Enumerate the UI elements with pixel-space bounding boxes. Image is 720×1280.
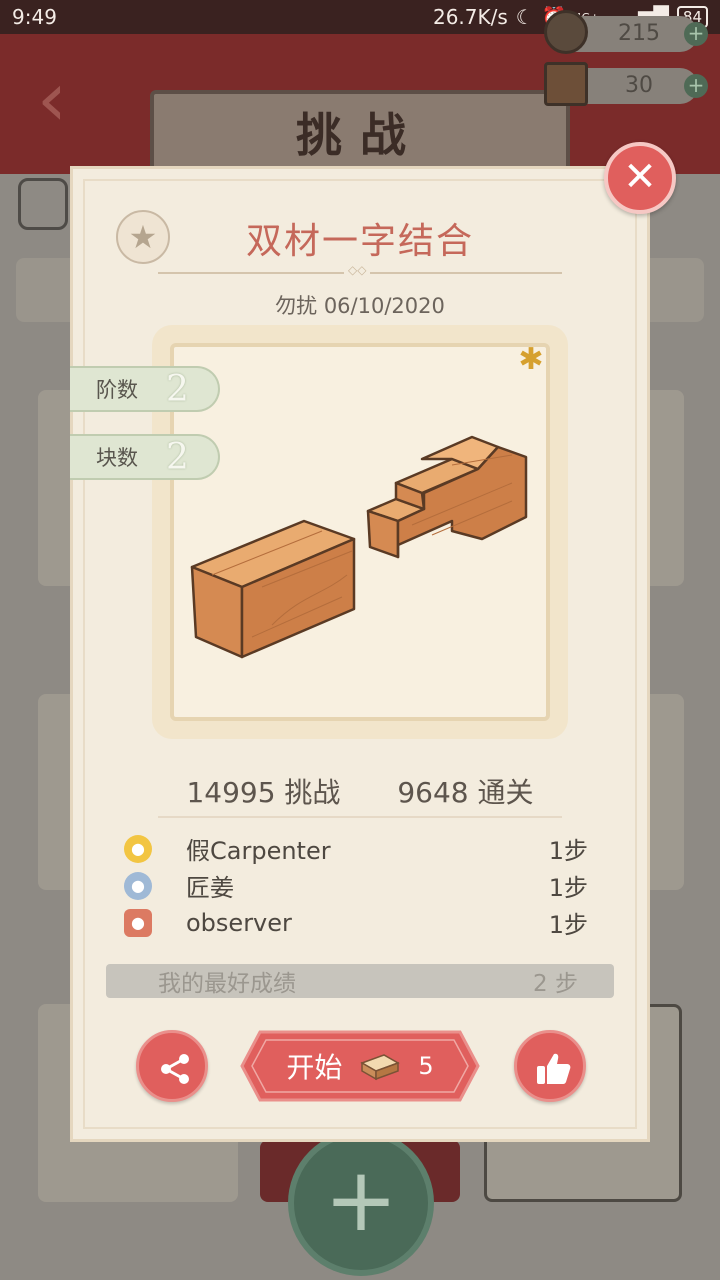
personal-best-label: 我的最好成绩 bbox=[158, 971, 296, 997]
challenge-count: 14995 挑战 bbox=[186, 776, 341, 809]
leaderboard-row[interactable]: ● 假Carpenter 1步 bbox=[118, 830, 588, 867]
player-steps: 1步 bbox=[548, 837, 588, 865]
leaderboard-row[interactable]: ● observer 1步 bbox=[118, 904, 588, 941]
start-button[interactable]: 开始 5 bbox=[240, 1030, 480, 1102]
wood-block-stepped bbox=[366, 435, 528, 559]
clear-count: 9648 通关 bbox=[397, 776, 534, 809]
badge-icon: ✱ bbox=[518, 342, 544, 377]
coin-count: 215 bbox=[618, 21, 660, 46]
leaderboard-row[interactable]: ● 匠姜 1步 bbox=[118, 867, 588, 904]
box-counter: 30 + bbox=[544, 62, 708, 106]
author-name: 勿扰 bbox=[275, 294, 318, 318]
player-steps: 1步 bbox=[548, 911, 588, 939]
player-name: 假Carpenter bbox=[186, 837, 331, 865]
player-name: observer bbox=[186, 908, 292, 937]
player-steps: 1步 bbox=[548, 874, 588, 902]
level-label: 阶数 bbox=[96, 378, 138, 402]
network-speed: 26.7K/s bbox=[432, 5, 508, 29]
box-count: 30 bbox=[625, 73, 653, 98]
level-value: 2 bbox=[166, 368, 189, 410]
add-boxes-icon[interactable]: + bbox=[684, 74, 708, 98]
start-cost: 5 bbox=[418, 1052, 434, 1080]
coin-counter: 215 + bbox=[544, 10, 708, 54]
coin-icon bbox=[544, 10, 588, 54]
status-time: 9:49 bbox=[12, 5, 57, 29]
title-divider bbox=[158, 263, 562, 277]
player-name: 匠姜 bbox=[186, 874, 234, 902]
moon-icon: ☾ bbox=[515, 5, 534, 29]
like-button[interactable] bbox=[514, 1030, 586, 1102]
puzzle-title: 双材一字结合 bbox=[245, 221, 474, 262]
share-icon bbox=[161, 1054, 189, 1084]
wood-box-icon bbox=[360, 1054, 401, 1081]
blocks-label: 块数 bbox=[96, 446, 138, 470]
scan-icon[interactable] bbox=[18, 178, 68, 230]
leaderboard: ● 假Carpenter 1步 ● 匠姜 1步 ● observer 1步 bbox=[118, 830, 588, 941]
puzzle-stats: 14995 挑战 9648 通关 bbox=[158, 766, 562, 818]
back-arrow-icon[interactable]: ‹ bbox=[22, 56, 82, 142]
level-tag: 阶数 2 bbox=[70, 366, 220, 412]
personal-best-value: 2 步 bbox=[533, 971, 578, 997]
publish-date: 06/10/2020 bbox=[323, 294, 445, 318]
start-label: 开始 bbox=[286, 1051, 343, 1084]
gold-medal-icon: ● bbox=[124, 834, 152, 863]
add-coins-icon[interactable]: + bbox=[684, 22, 708, 46]
share-button[interactable] bbox=[136, 1030, 208, 1102]
author-line: 勿扰 06/10/2020 bbox=[160, 290, 560, 320]
blocks-tag: 块数 2 bbox=[70, 434, 220, 480]
silver-medal-icon: ● bbox=[124, 871, 152, 900]
wood-block-long bbox=[190, 519, 356, 659]
blocks-value: 2 bbox=[166, 436, 189, 478]
box-icon bbox=[544, 62, 588, 106]
personal-best: 我的最好成绩 2 步 bbox=[106, 964, 614, 998]
bronze-medal-icon: ● bbox=[124, 908, 152, 937]
leaderboard-fade bbox=[160, 942, 580, 952]
thumbs-up-icon bbox=[537, 1053, 571, 1084]
close-icon[interactable]: ✕ bbox=[604, 142, 676, 214]
add-puzzle-button[interactable]: + bbox=[288, 1130, 434, 1276]
